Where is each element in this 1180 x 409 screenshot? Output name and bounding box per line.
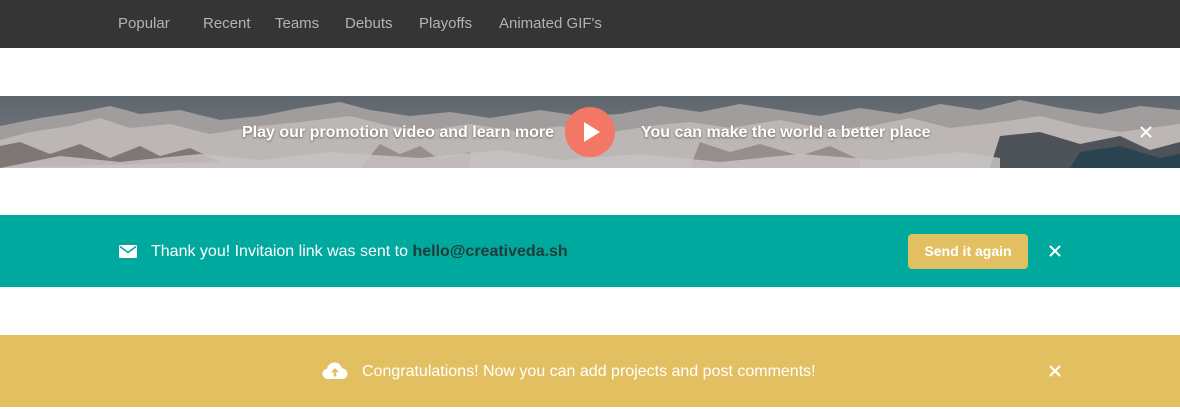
invite-sent-banner: Thank you! Invitaion link was sent to he… — [0, 215, 1180, 287]
send-again-button[interactable]: Send it again — [908, 234, 1028, 269]
congratulations-banner: Congratulations! Now you can add project… — [0, 335, 1180, 407]
top-nav: Popular Recent Teams Debuts Playoffs Ani… — [0, 0, 1180, 48]
promo-banner: Play our promotion video and learn more … — [0, 96, 1180, 168]
invite-message: Thank you! Invitaion link was sent to he… — [151, 215, 568, 287]
congrats-close-button[interactable] — [1045, 361, 1065, 381]
nav-item-animated-gifs[interactable]: Animated GIF's — [499, 0, 602, 48]
invite-message-text: Thank you! Invitaion link was sent to — [151, 243, 409, 260]
promo-left-text: Play our promotion video and learn more — [242, 124, 555, 141]
invite-close-button[interactable] — [1045, 241, 1065, 261]
close-icon — [1049, 365, 1061, 377]
nav-item-debuts[interactable]: Debuts — [345, 0, 393, 48]
mail-icon — [119, 245, 137, 258]
close-icon — [1140, 126, 1152, 138]
play-video-button[interactable] — [565, 107, 615, 157]
nav-item-recent[interactable]: Recent — [203, 0, 251, 48]
nav-item-teams[interactable]: Teams — [275, 0, 319, 48]
play-icon — [584, 122, 600, 142]
cloud-upload-icon — [322, 362, 348, 379]
promo-close-button[interactable] — [1136, 122, 1156, 142]
nav-item-playoffs[interactable]: Playoffs — [419, 0, 472, 48]
close-icon — [1049, 245, 1061, 257]
nav-item-popular[interactable]: Popular — [118, 0, 170, 48]
congratulations-message: Congratulations! Now you can add project… — [362, 363, 816, 380]
invite-email: hello@creativeda.sh — [412, 243, 568, 260]
promo-right-text: You can make the world a better place — [641, 124, 931, 141]
